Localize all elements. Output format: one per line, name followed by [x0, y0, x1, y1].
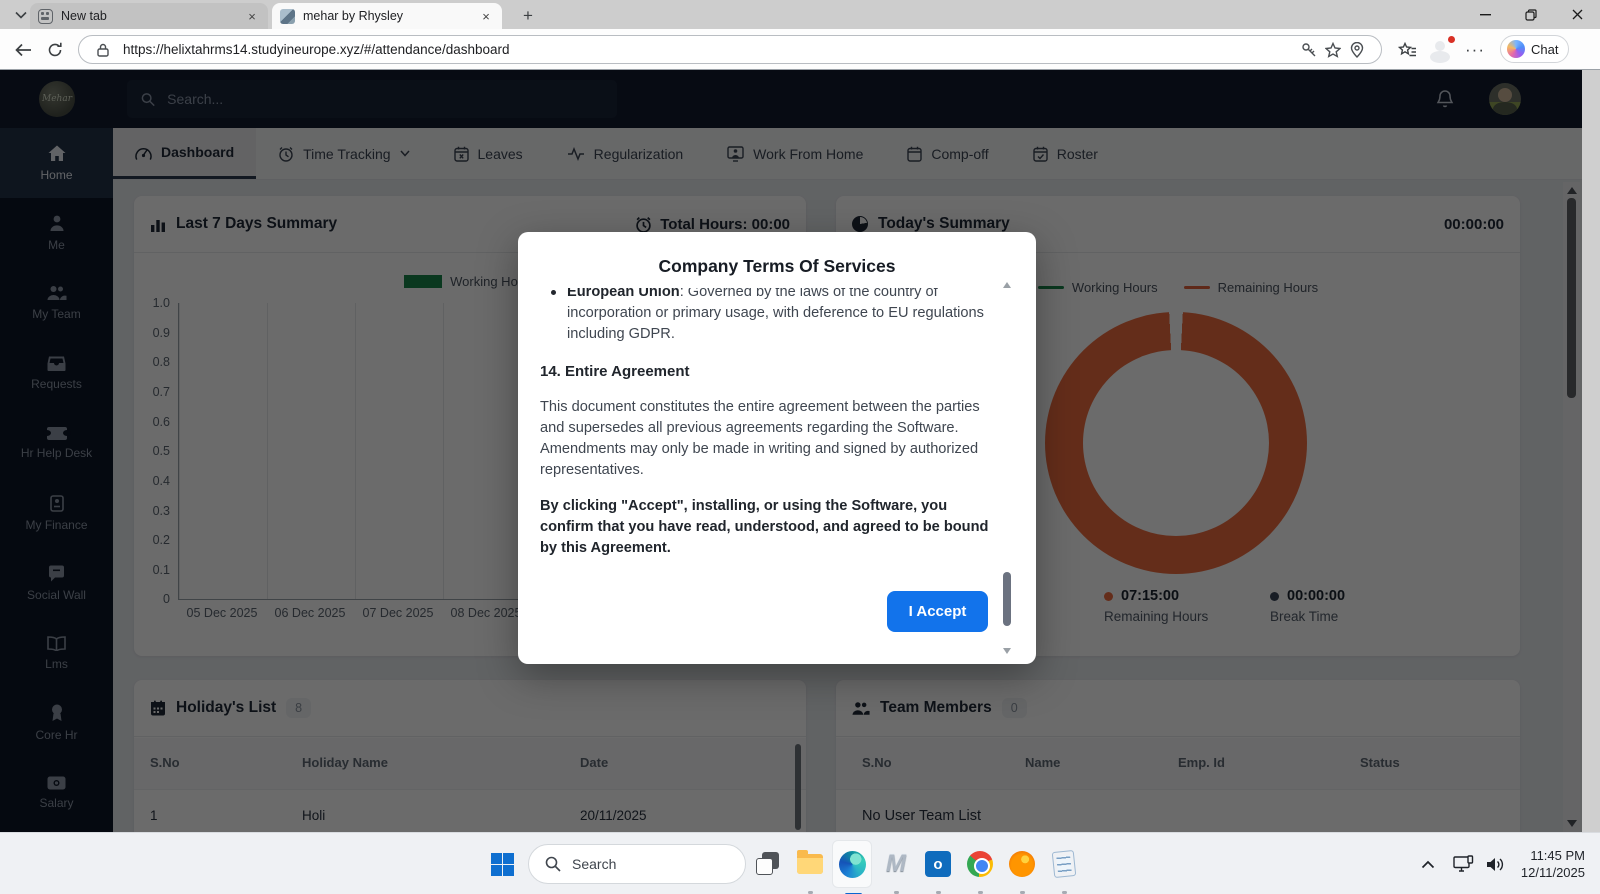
start-button[interactable]: [482, 840, 522, 888]
modal-scrollbar[interactable]: [1002, 296, 1012, 640]
browser-tab-newtab[interactable]: New tab ×: [30, 3, 268, 29]
chrome-icon: [967, 851, 993, 877]
terms-confirm-paragraph: By clicking "Accept", installing, or usi…: [540, 496, 992, 559]
web-page: Mehar Home Me My Team: [0, 70, 1582, 832]
favorites-hub-icon[interactable]: [1394, 37, 1420, 63]
modal-scrollbar-thumb[interactable]: [1003, 572, 1011, 626]
new-tab-page-icon: [38, 9, 53, 24]
m-logo-icon: M: [886, 850, 906, 878]
modal-scroll-body[interactable]: European Union: Governed by the laws of …: [540, 288, 992, 590]
window-controls: [1462, 0, 1600, 29]
tab-close-icon[interactable]: ×: [478, 8, 494, 24]
folder-icon: [797, 854, 823, 874]
terms-section-heading: 14. Entire Agreement: [540, 361, 992, 382]
lock-icon: [91, 38, 115, 62]
window-minimize-button[interactable]: [1462, 0, 1508, 29]
taskbar-clock[interactable]: 11:45 PM 12/11/2025: [1521, 847, 1585, 881]
chrome-button[interactable]: [960, 840, 1000, 888]
profile-notification-dot: [1447, 35, 1456, 44]
tab-title: New tab: [61, 9, 236, 23]
password-key-icon[interactable]: [1297, 38, 1321, 62]
accept-button[interactable]: I Accept: [887, 591, 988, 632]
edge-icon: [839, 851, 866, 878]
window-restore-button[interactable]: [1508, 0, 1554, 29]
address-bar[interactable]: https://helixtahrms14.studyineurope.xyz/…: [78, 35, 1382, 64]
browser-profile-button[interactable]: [1428, 37, 1454, 63]
back-button[interactable]: [10, 37, 36, 63]
location-pin-icon[interactable]: [1345, 38, 1369, 62]
clock-date: 12/11/2025: [1521, 864, 1585, 881]
terms-of-service-modal: Company Terms Of Services European Union…: [518, 232, 1036, 664]
windows-logo-icon: [491, 853, 514, 876]
desktop: New tab × mehar by Rhysley × + https://h…: [0, 0, 1600, 894]
taskbar-search-box[interactable]: Search: [528, 844, 746, 884]
file-explorer-button[interactable]: [790, 840, 830, 888]
url-text: https://helixtahrms14.studyineurope.xyz/…: [123, 42, 1297, 57]
tab-title: mehar by Rhysley: [303, 9, 470, 23]
bullet-dot: [551, 290, 556, 295]
terms-bullet-item: European Union: Governed by the laws of …: [540, 288, 992, 345]
task-view-icon: [756, 852, 780, 876]
browser-titlebar: New tab × mehar by Rhysley × +: [0, 0, 1600, 29]
notepad-button[interactable]: [1044, 840, 1084, 888]
clock-time: 11:45 PM: [1521, 847, 1585, 864]
refresh-button[interactable]: [42, 37, 68, 63]
system-tray: 11:45 PM 12/11/2025: [1421, 833, 1585, 894]
outlook-button[interactable]: o: [918, 840, 958, 888]
task-view-button[interactable]: [748, 840, 788, 888]
window-close-button[interactable]: [1554, 0, 1600, 29]
copilot-chat-button[interactable]: Chat: [1500, 35, 1569, 63]
modal-title: Company Terms Of Services: [518, 256, 1036, 277]
outlook-icon: o: [925, 851, 951, 877]
firefox-button[interactable]: [1002, 840, 1042, 888]
browser-tab-mehar[interactable]: mehar by Rhysley ×: [272, 3, 502, 29]
browser-toolbar: https://helixtahrms14.studyineurope.xyz/…: [0, 29, 1600, 70]
modal-scroll-down-icon[interactable]: [1003, 648, 1011, 654]
firefox-icon: [1009, 851, 1035, 877]
search-icon: [545, 856, 561, 872]
notepad-icon: [1052, 850, 1077, 878]
new-tab-button[interactable]: +: [516, 5, 540, 27]
favorite-star-icon[interactable]: [1321, 38, 1345, 62]
modal-scroll-up-icon[interactable]: [1003, 282, 1011, 288]
windows-taskbar: Search M o: [0, 832, 1600, 894]
tray-chevron-up-icon[interactable]: [1421, 860, 1435, 869]
m-app-button[interactable]: M: [876, 840, 916, 888]
site-favicon: [280, 9, 295, 24]
browser-menu-ellipsis-icon[interactable]: ···: [1462, 37, 1488, 63]
edge-browser-button[interactable]: [832, 840, 872, 888]
speaker-icon[interactable]: [1485, 856, 1505, 873]
tab-close-icon[interactable]: ×: [244, 8, 260, 24]
network-icon[interactable]: [1453, 855, 1475, 873]
terms-paragraph: This document constitutes the entire agr…: [540, 397, 992, 481]
copilot-icon: [1507, 40, 1525, 58]
